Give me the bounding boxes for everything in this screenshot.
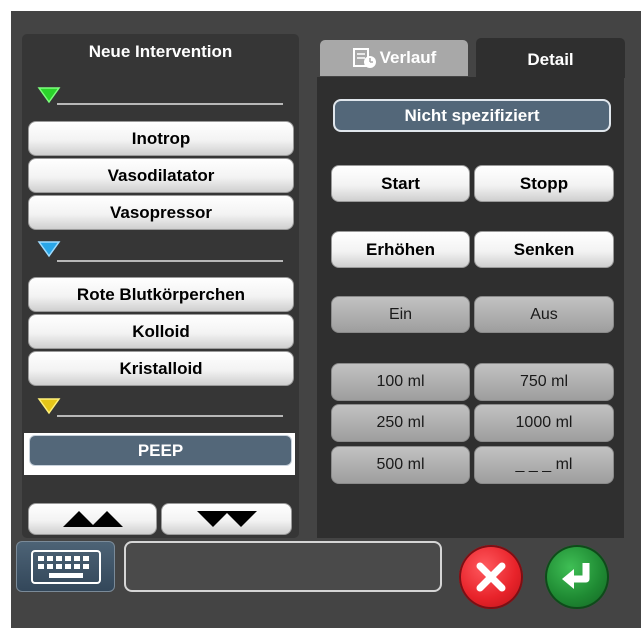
enter-icon [562, 563, 590, 589]
rote-blutkoerperchen-button[interactable]: Rote Blutkörperchen [28, 277, 294, 312]
panel-title: Neue Intervention [88, 42, 233, 61]
yellow-triangle-icon [37, 398, 61, 415]
green-triangle-icon [37, 87, 61, 104]
blue-triangle-icon [37, 241, 61, 258]
divider [57, 103, 283, 105]
text-input[interactable] [124, 541, 442, 592]
divider [57, 260, 283, 262]
stopp-button[interactable]: Stopp [474, 165, 614, 202]
history-document-icon [352, 48, 376, 68]
double-up-arrow-icon [62, 511, 123, 527]
volume-100-ml-button[interactable]: 100 ml [331, 363, 470, 401]
volume-1000-ml-button[interactable]: 1000 ml [474, 404, 614, 442]
tab-detail[interactable]: Detail [476, 38, 625, 78]
tab-verlauf-label: Verlauf [379, 48, 437, 67]
confirm-button[interactable] [545, 545, 609, 609]
keyboard-icon [30, 549, 101, 584]
erhoehen-button[interactable]: Erhöhen [331, 231, 470, 268]
scroll-down-button[interactable] [161, 503, 292, 535]
vasopressor-button[interactable]: Vasopressor [28, 195, 294, 230]
inotrop-button[interactable]: Inotrop [28, 121, 294, 156]
kristalloid-button[interactable]: Kristalloid [28, 351, 294, 386]
volume-custom-ml-button[interactable]: _ _ _ ml [474, 446, 614, 484]
double-down-arrow-icon [196, 511, 257, 527]
start-button[interactable]: Start [331, 165, 470, 202]
volume-750-ml-button[interactable]: 750 ml [474, 363, 614, 401]
kolloid-button[interactable]: Kolloid [28, 314, 294, 349]
volume-250-ml-button[interactable]: 250 ml [331, 404, 470, 442]
aus-button[interactable]: Aus [474, 296, 614, 333]
vasodilatator-button[interactable]: Vasodilatator [28, 158, 294, 193]
nicht-spezifiziert-button[interactable]: Nicht spezifiziert [333, 99, 611, 132]
senken-button[interactable]: Senken [474, 231, 614, 268]
divider [57, 415, 283, 417]
ein-button[interactable]: Ein [331, 296, 470, 333]
keyboard-button[interactable] [16, 541, 115, 592]
peep-button[interactable]: PEEP [29, 435, 292, 466]
x-icon [476, 562, 506, 592]
tab-verlauf[interactable]: Verlauf [320, 40, 468, 76]
cancel-button[interactable] [459, 545, 523, 609]
volume-500-ml-button[interactable]: 500 ml [331, 446, 470, 484]
scroll-up-button[interactable] [28, 503, 157, 535]
